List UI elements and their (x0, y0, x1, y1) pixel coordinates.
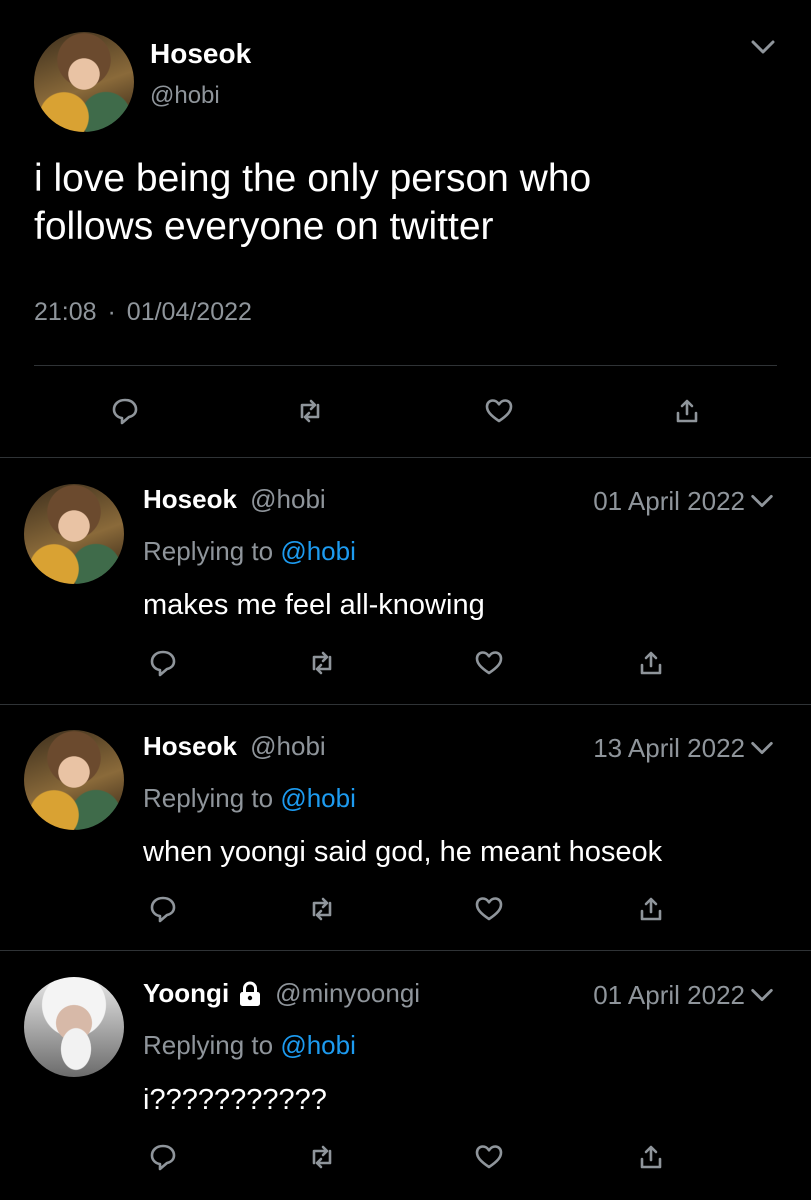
reply-text: i??????????? (143, 1084, 327, 1116)
tweet-date: 01/04/2022 (126, 298, 252, 326)
avatar[interactable] (24, 977, 124, 1077)
handle[interactable]: @hobi (250, 484, 326, 514)
display-name[interactable]: Hoseok (143, 484, 237, 514)
tweet-time: 21:08 (34, 298, 97, 326)
tweet-text-line: i love being the only person who (34, 157, 592, 200)
share-icon[interactable] (636, 1142, 666, 1172)
reply-header: Hoseok @hobi (143, 484, 326, 515)
lock-icon (237, 980, 263, 1008)
chevron-down-icon[interactable] (748, 981, 776, 1009)
replying-to-label: Replying to (143, 536, 274, 566)
replying-to: Replying to @hobi (143, 536, 356, 567)
replying-to-handle[interactable]: @hobi (280, 1030, 356, 1060)
chevron-down-icon[interactable] (748, 32, 778, 62)
retweet-icon[interactable] (295, 396, 325, 426)
chevron-down-icon[interactable] (748, 487, 776, 515)
handle[interactable]: @hobi (250, 731, 326, 761)
retweet-icon[interactable] (307, 1142, 337, 1172)
tweet-text: i love being the only person who follows… (34, 155, 591, 251)
like-icon[interactable] (484, 396, 514, 426)
replying-to: Replying to @hobi (143, 783, 356, 814)
handle[interactable]: @hobi (150, 82, 220, 110)
separator-dot: · (107, 298, 116, 326)
replying-to-label: Replying to (143, 1030, 274, 1060)
like-icon[interactable] (474, 1142, 504, 1172)
share-icon[interactable] (636, 894, 666, 924)
replying-to-label: Replying to (143, 783, 274, 813)
reply-date[interactable]: 01 April 2022 (593, 980, 745, 1011)
reply-header: Hoseok @hobi (143, 731, 326, 762)
share-icon[interactable] (636, 648, 666, 678)
reply-text: when yoongi said god, he meant hoseok (143, 836, 663, 868)
share-icon[interactable] (672, 396, 702, 426)
divider (0, 457, 811, 458)
handle[interactable]: @minyoongi (275, 978, 420, 1009)
like-icon[interactable] (474, 894, 504, 924)
display-name[interactable]: Hoseok (150, 38, 251, 70)
reply-header: Yoongi @minyoongi (143, 978, 420, 1009)
replying-to-handle[interactable]: @hobi (280, 783, 356, 813)
chevron-down-icon[interactable] (748, 734, 776, 762)
avatar[interactable] (24, 730, 124, 830)
avatar[interactable] (24, 484, 124, 584)
retweet-icon[interactable] (307, 648, 337, 678)
reply-date[interactable]: 13 April 2022 (593, 733, 745, 764)
display-name[interactable]: Hoseok (143, 731, 237, 761)
divider (0, 704, 811, 705)
reply-icon[interactable] (148, 894, 178, 924)
reply-date[interactable]: 01 April 2022 (593, 486, 745, 517)
avatar[interactable] (34, 32, 134, 132)
divider (0, 950, 811, 951)
reply-icon[interactable] (148, 648, 178, 678)
tweet-text-line: follows everyone on twitter (34, 205, 494, 248)
retweet-icon[interactable] (307, 894, 337, 924)
replying-to-handle[interactable]: @hobi (280, 536, 356, 566)
like-icon[interactable] (474, 648, 504, 678)
divider (34, 365, 777, 366)
tweet-timestamp[interactable]: 21:08 · 01/04/2022 (34, 298, 252, 327)
reply-icon[interactable] (148, 1142, 178, 1172)
display-name[interactable]: Yoongi (143, 978, 229, 1009)
reply-icon[interactable] (110, 396, 140, 426)
reply-text: makes me feel all-knowing (143, 589, 485, 621)
replying-to: Replying to @hobi (143, 1030, 356, 1061)
